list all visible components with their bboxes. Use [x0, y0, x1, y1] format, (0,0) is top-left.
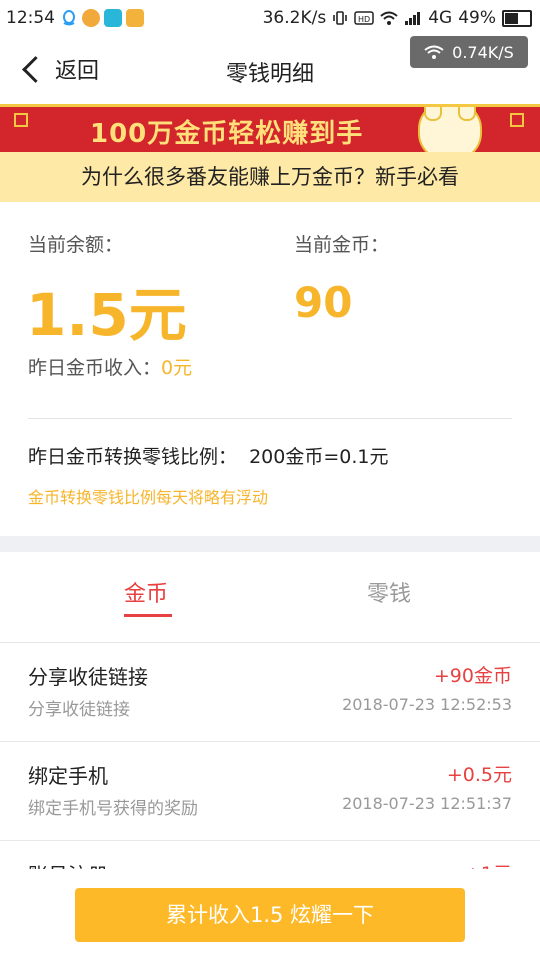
- mascot-ear: [424, 107, 442, 121]
- status-right: 36.2K/s HD 4G 49%: [263, 8, 532, 28]
- ratio-note: 金币转换零钱比例每天将略有浮动: [28, 488, 269, 507]
- network-speed: 36.2K/s: [262, 8, 327, 28]
- record-title: 分享收徒链接: [28, 665, 148, 689]
- divider: [28, 418, 512, 419]
- record-time: 2018-07-23 12:52:53: [342, 695, 512, 714]
- record-title: 绑定手机: [28, 764, 108, 788]
- record-tabs: 金币 零钱: [0, 552, 540, 643]
- list-item[interactable]: 账号注册 +1元: [0, 841, 540, 869]
- nav-bar: 返回 零钱明细 0.74K/S: [0, 36, 540, 104]
- vibrate-icon: [333, 11, 348, 25]
- section-gap: [0, 536, 540, 552]
- coin-app-icon: [126, 9, 144, 27]
- banner-decoration: [510, 113, 524, 127]
- net-speed-value: 0.74K/S: [452, 42, 514, 62]
- newbie-guide-link[interactable]: 为什么很多番友能赚上万金币？新手必看: [0, 152, 540, 202]
- hd-icon: HD: [354, 11, 374, 25]
- banner-text: 100万金币轻松赚到手: [90, 119, 364, 149]
- record-time: 2018-07-23 12:51:37: [342, 794, 512, 813]
- app-icon: [82, 9, 100, 27]
- record-subtitle: 分享收徒链接: [28, 700, 130, 720]
- notification-icons: [60, 9, 144, 27]
- record-amount: +1元: [465, 859, 512, 869]
- tab-change[interactable]: 零钱: [367, 576, 411, 608]
- ratio-line: 昨日金币转换零钱比例： 200金币=0.1元: [28, 442, 388, 469]
- yesterday-value: 0元: [161, 357, 193, 379]
- wifi-icon: [424, 45, 444, 59]
- mascot-ear: [458, 107, 476, 121]
- balance-value: 1.5元: [26, 281, 187, 349]
- status-time: 12:54: [6, 8, 55, 28]
- network-type: 4G: [428, 8, 453, 28]
- battery-fill: [505, 12, 518, 24]
- svg-text:HD: HD: [358, 15, 370, 24]
- battery-percent: 49%: [458, 8, 496, 28]
- ratio-label: 昨日金币转换零钱比例：: [28, 446, 238, 468]
- status-bar: 12:54 36.2K/s HD 4G 49%: [0, 0, 540, 36]
- record-amount: +0.5元: [446, 764, 512, 786]
- list-item[interactable]: 绑定手机 绑定手机号获得的奖励 +0.5元 2018-07-23 12:51:3…: [0, 742, 540, 841]
- record-subtitle: 绑定手机号获得的奖励: [28, 799, 198, 819]
- list-item[interactable]: 分享收徒链接 分享收徒链接 +90金币 2018-07-23 12:52:53: [0, 643, 540, 742]
- share-income-button[interactable]: 累计收入1.5 炫耀一下: [75, 888, 465, 942]
- balance-summary: 当前余额： 1.5元 当前金币： 90 昨日金币收入：0元 昨日金币转换零钱比例…: [0, 202, 540, 536]
- tab-coins[interactable]: 金币: [124, 576, 168, 608]
- ratio-value: 200金币=0.1元: [249, 446, 389, 468]
- net-speed-badge: 0.74K/S: [410, 36, 528, 68]
- record-title: 账号注册: [28, 859, 108, 869]
- qq-icon: [60, 9, 78, 27]
- mascot-icon: [418, 107, 482, 152]
- scan-icon: [104, 9, 122, 27]
- balance-label: 当前余额：: [28, 234, 124, 256]
- battery-icon: [502, 9, 532, 27]
- yesterday-label: 昨日金币收入：: [28, 357, 162, 379]
- wifi-icon: [380, 11, 398, 25]
- promo-banner[interactable]: 100万金币轻松赚到手: [0, 104, 540, 152]
- banner-decoration: [14, 113, 28, 127]
- yesterday-income: 昨日金币收入：0元: [28, 353, 192, 380]
- coins-label: 当前金币：: [294, 234, 390, 256]
- tab-active-indicator: [124, 614, 172, 617]
- record-amount: +90金币: [433, 665, 512, 687]
- records-list: 分享收徒链接 分享收徒链接 +90金币 2018-07-23 12:52:53 …: [0, 643, 540, 869]
- coins-value: 90: [294, 278, 353, 327]
- signal-icon: [405, 12, 421, 25]
- bottom-bar: 累计收入1.5 炫耀一下: [0, 869, 540, 960]
